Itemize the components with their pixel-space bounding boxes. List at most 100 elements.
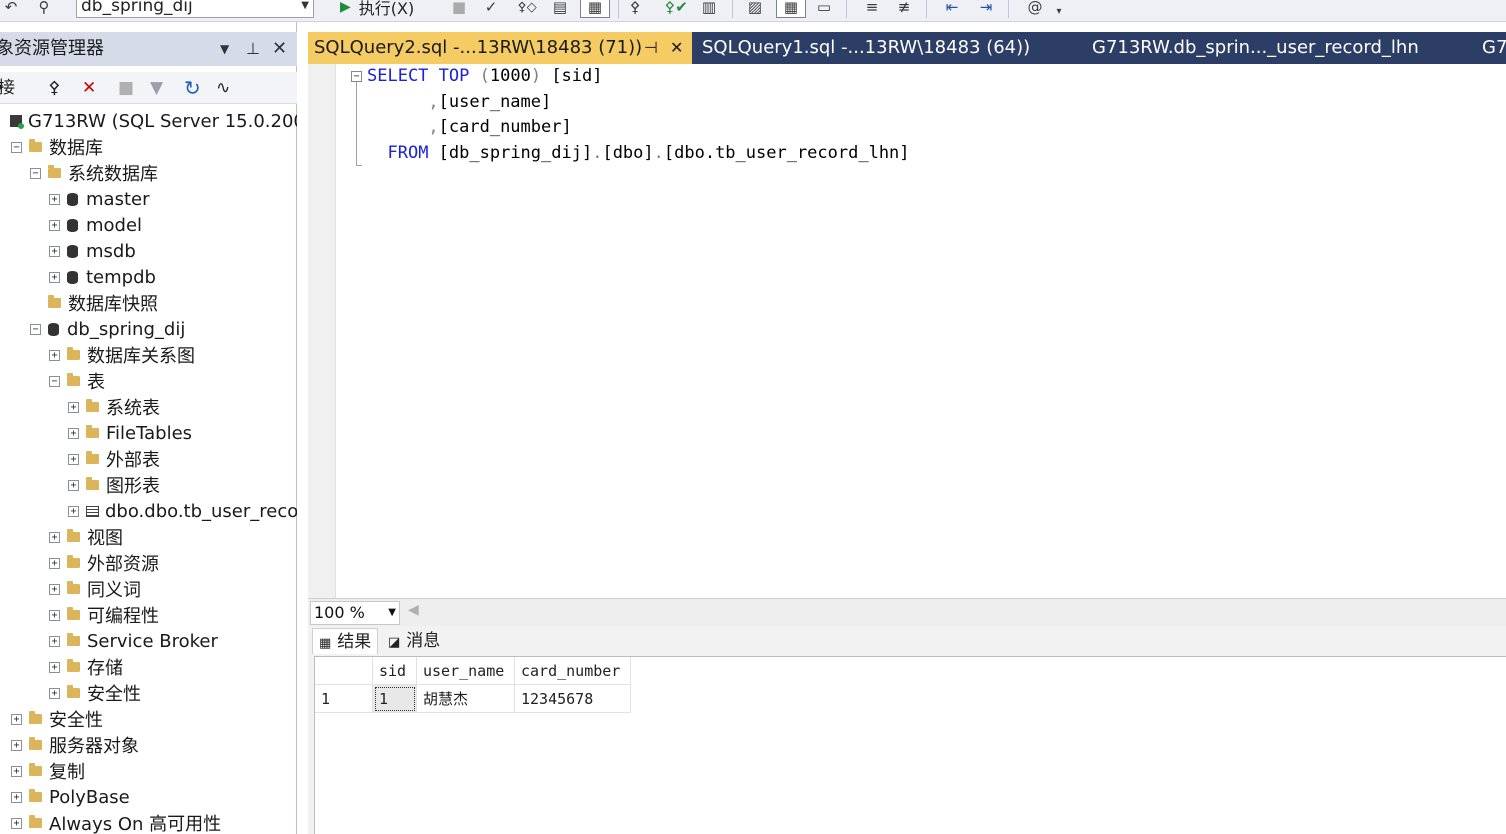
pin-icon[interactable]: ⊥	[246, 32, 260, 66]
results-to-text-icon[interactable]: ▦	[580, 0, 610, 18]
tree-node[interactable]: − 数据库	[11, 134, 103, 160]
expand-icon[interactable]: +	[49, 271, 60, 283]
expand-icon[interactable]: +	[68, 505, 79, 517]
tree-node[interactable]: + 服务器对象	[11, 732, 139, 758]
results-file-icon[interactable]: ▭	[812, 0, 836, 18]
expand-icon[interactable]: +	[68, 427, 79, 439]
document-tab[interactable]: G713RW.db_sprin..._user_record_lhn	[1086, 32, 1466, 64]
document-tab[interactable]: SQLQuery2.sql -...13RW\18483 (71)) ⊣ ✕	[308, 32, 692, 64]
close-icon[interactable]: ✕	[670, 32, 683, 64]
document-tab[interactable]: SQLQuery1.sql -...13RW\18483 (64))	[696, 32, 1076, 64]
tree-node[interactable]: + 外部表	[68, 446, 160, 472]
execute-button[interactable]: ▶ 执行(X)	[340, 0, 414, 19]
column-header[interactable]: sid	[373, 657, 417, 685]
tree-node[interactable]: − 表	[49, 368, 105, 394]
expand-icon[interactable]: +	[49, 193, 60, 205]
collapse-icon[interactable]: −	[351, 71, 362, 82]
intellisense-icon[interactable]: ⚴✔	[662, 0, 690, 18]
tree-node[interactable]: + Always On 高可用性	[11, 810, 221, 834]
tree-node[interactable]: + 存储	[49, 654, 123, 680]
activity-monitor-icon[interactable]: ∿	[216, 72, 230, 104]
grid-cell[interactable]: 1	[373, 685, 417, 713]
expand-icon[interactable]: +	[49, 661, 60, 673]
tree-node[interactable]: + 同义词	[49, 576, 141, 602]
expand-icon[interactable]: +	[49, 531, 60, 543]
connect-icon[interactable]: ⚲	[36, 0, 52, 18]
expand-icon[interactable]: +	[11, 817, 22, 829]
stop-icon[interactable]: ■	[452, 0, 466, 18]
tree-node[interactable]: + 图形表	[68, 472, 160, 498]
column-header[interactable]: card_number	[515, 657, 631, 685]
results-tab-messages[interactable]: ◪ 消息	[382, 628, 446, 654]
document-tab[interactable]: G7	[1476, 32, 1506, 64]
expand-icon[interactable]: +	[49, 609, 60, 621]
grid-cell[interactable]: 胡慧杰	[417, 685, 515, 713]
query-options-icon[interactable]: ⚴	[628, 0, 642, 18]
collapse-icon[interactable]: −	[30, 323, 41, 335]
column-header[interactable]: user_name	[417, 657, 515, 685]
tree-node[interactable]: + FileTables	[68, 420, 192, 446]
tree-node[interactable]: + 安全性	[49, 680, 141, 706]
tree-node[interactable]: + 系统表	[68, 394, 160, 420]
expand-icon[interactable]: +	[68, 479, 79, 491]
uncomment-icon[interactable]: ≢	[894, 0, 914, 18]
expand-icon[interactable]: +	[49, 349, 60, 361]
expand-icon[interactable]: +	[49, 635, 60, 647]
display-plan-icon[interactable]: ▤	[550, 0, 570, 18]
refresh-icon[interactable]: ↻	[184, 72, 201, 104]
close-icon[interactable]: ✕	[272, 32, 287, 66]
tree-node[interactable]: + tempdb	[49, 264, 156, 290]
tree-node[interactable]: + 数据库关系图	[49, 342, 195, 368]
comment-icon[interactable]: ≡	[862, 0, 882, 18]
tree-node[interactable]: + dbo.dbo.tb_user_record	[68, 498, 297, 524]
database-select[interactable]: db_spring_dij ▼	[76, 0, 314, 18]
tree-node[interactable]: + 外部资源	[49, 550, 159, 576]
tree-node[interactable]: 数据库快照	[30, 290, 158, 316]
expand-icon[interactable]: +	[11, 713, 22, 725]
expand-icon[interactable]: +	[68, 401, 79, 413]
tree-node[interactable]: + 视图	[49, 524, 123, 550]
tree-node[interactable]: G713RW (SQL Server 15.0.2000.5	[0, 108, 297, 134]
pin-icon[interactable]: ⊣	[644, 32, 658, 64]
connect-plug-icon[interactable]: ⚴	[48, 72, 60, 104]
scroll-left-icon[interactable]: ◀	[408, 602, 419, 618]
undo-icon[interactable]: ↶	[4, 0, 18, 18]
row-number[interactable]: 1	[315, 685, 373, 713]
specify-values-icon[interactable]: @	[1022, 0, 1048, 18]
expand-icon[interactable]: +	[49, 557, 60, 569]
panel-menu-icon[interactable]: ▼	[220, 32, 229, 66]
expand-icon[interactable]: +	[11, 765, 22, 777]
tree-node[interactable]: + 复制	[11, 758, 85, 784]
tree-node[interactable]: + Service Broker	[49, 628, 218, 654]
disconnect-icon[interactable]: ✕	[82, 72, 96, 104]
tree-node[interactable]: − db_spring_dij	[30, 316, 185, 342]
zoom-select[interactable]: 100 % ▼	[310, 601, 400, 625]
tree-node[interactable]: + 可编程性	[49, 602, 159, 628]
collapse-icon[interactable]: −	[11, 141, 22, 153]
tree-node[interactable]: + msdb	[49, 238, 136, 264]
increase-indent-icon[interactable]: ⇥	[974, 0, 998, 18]
query-editor[interactable]: − SELECT TOP (1000) [sid] ,[user_name] ,…	[308, 64, 1506, 598]
parse-check-icon[interactable]: ✓	[482, 0, 500, 18]
expand-icon[interactable]: +	[11, 791, 22, 803]
stop-icon[interactable]: ■	[118, 72, 134, 104]
tree-node[interactable]: + model	[49, 212, 142, 238]
results-grid-icon[interactable]: ▦	[776, 0, 806, 18]
toolbar-overflow-icon[interactable]: ▾	[1052, 0, 1066, 22]
expand-icon[interactable]: +	[49, 219, 60, 231]
collapse-icon[interactable]: −	[49, 375, 60, 387]
include-plan-icon[interactable]: ▥	[698, 0, 720, 18]
collapse-icon[interactable]: −	[30, 167, 41, 179]
expand-icon[interactable]: +	[49, 245, 60, 257]
results-to-grid-icon[interactable]: ▨	[742, 0, 768, 18]
tree-node[interactable]: + PolyBase	[11, 784, 130, 810]
tree-node[interactable]: − 系统数据库	[30, 160, 158, 186]
expand-icon[interactable]: +	[11, 739, 22, 751]
decrease-indent-icon[interactable]: ⇤	[940, 0, 964, 18]
debug-icon[interactable]: ⚴◇	[514, 0, 540, 18]
tree-node[interactable]: + 安全性	[11, 706, 103, 732]
results-tab-results[interactable]: ▦ 结果	[312, 628, 379, 654]
expand-icon[interactable]: +	[68, 453, 79, 465]
expand-icon[interactable]: +	[49, 687, 60, 699]
expand-icon[interactable]: +	[49, 583, 60, 595]
